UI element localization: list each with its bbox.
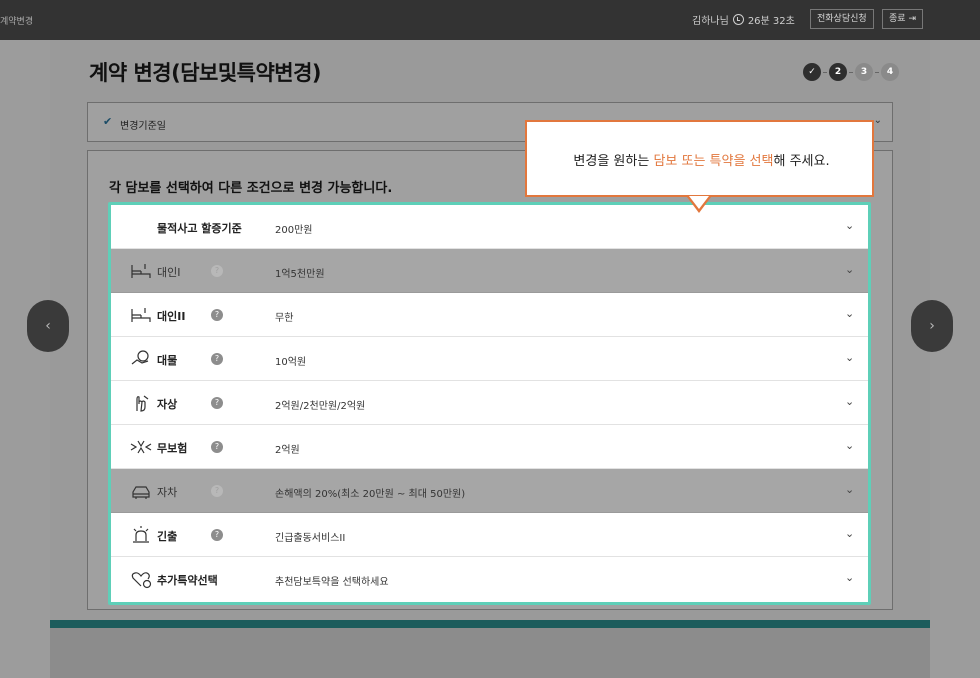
step-3: 3 bbox=[855, 63, 873, 81]
coverage-row[interactable]: 물적사고 할증기준 200만원 ⌄ bbox=[111, 205, 868, 249]
tooltip-text: 변경을 원하는 담보 또는 특약을 선택해 주세요. bbox=[527, 150, 876, 169]
app-title: 계약변경 bbox=[0, 16, 34, 27]
top-bar: 계약변경 김하나님 26분 32초 전화상담신청 종료 ⇥ bbox=[0, 0, 980, 40]
coverage-row[interactable]: 대물 ? 10억원 ⌄ bbox=[111, 337, 868, 381]
tooltip-suffix: 해 주세요. bbox=[773, 154, 830, 169]
coverage-row[interactable]: 무보험 ? 2억원 ⌄ bbox=[111, 425, 868, 469]
chevron-down-icon: ⌄ bbox=[845, 351, 855, 364]
coverage-name: 물적사고 할증기준 bbox=[157, 222, 242, 235]
prev-arrow-button[interactable]: ‹ bbox=[27, 300, 69, 352]
coverage-name: 추가특약선택 bbox=[157, 574, 218, 587]
coverage-row[interactable]: 대인I ? 1억5천만원 ⌄ bbox=[111, 249, 868, 293]
page-title: 계약 변경(담보및특약변경) bbox=[89, 61, 322, 85]
coverage-row[interactable]: 추가특약선택 추천담보특약을 선택하세요 ⌄ bbox=[111, 557, 868, 601]
step-connector bbox=[823, 71, 827, 73]
help-icon[interactable]: ? bbox=[211, 397, 223, 409]
coverage-row[interactable]: 긴출 ? 긴급출동서비스II ⌄ bbox=[111, 513, 868, 557]
help-icon[interactable]: ? bbox=[211, 485, 223, 497]
coverage-name: 대물 bbox=[157, 354, 178, 367]
coin-hand-icon bbox=[131, 350, 149, 365]
bottom-accent-bar bbox=[50, 620, 930, 628]
chevron-down-icon: ⌄ bbox=[845, 483, 855, 496]
step-connector bbox=[849, 71, 853, 73]
coverage-value: 추천담보특약을 선택하세요 bbox=[275, 577, 389, 588]
coverage-value: 2억원/2천만원/2억원 bbox=[275, 401, 366, 412]
bed-icon bbox=[131, 264, 151, 278]
coverage-value: 긴급출동서비스II bbox=[275, 533, 346, 544]
section-title: 각 담보를 선택하여 다른 조건으로 변경 가능합니다. bbox=[109, 181, 393, 196]
coverage-name: 무보험 bbox=[157, 442, 188, 455]
heart-plus-icon bbox=[131, 572, 152, 589]
coverage-row[interactable]: 자상 ? 2억원/2천만원/2억원 ⌄ bbox=[111, 381, 868, 425]
chevron-left-icon: ‹ bbox=[45, 318, 51, 334]
coverage-value: 200만원 bbox=[275, 225, 313, 236]
chevron-down-icon: ⌄ bbox=[845, 439, 855, 452]
coverage-row[interactable]: 대인II ? 무한 ⌄ bbox=[111, 293, 868, 337]
step-1: ✓ bbox=[803, 63, 821, 81]
user-name: 김하나님 bbox=[692, 16, 729, 27]
car-icon bbox=[132, 486, 150, 499]
help-icon[interactable]: ? bbox=[211, 309, 223, 321]
chevron-down-icon: ⌄ bbox=[845, 307, 855, 320]
coverage-name: 자상 bbox=[157, 398, 178, 411]
tooltip-highlight: 담보 또는 특약을 선택 bbox=[653, 154, 774, 169]
step-4: 4 bbox=[881, 63, 899, 81]
coverage-value: 10억원 bbox=[275, 357, 307, 368]
chevron-down-icon: ⌄ bbox=[873, 115, 882, 126]
clock-icon bbox=[732, 14, 744, 25]
coverage-name: 대인I bbox=[157, 266, 181, 279]
chevron-down-icon: ⌄ bbox=[845, 395, 855, 408]
check-icon: ✔ bbox=[103, 115, 113, 128]
crash-icon bbox=[130, 440, 152, 454]
coverage-value: 무한 bbox=[275, 313, 294, 324]
siren-icon bbox=[133, 526, 149, 543]
coverage-value: 1억5천만원 bbox=[275, 269, 325, 280]
coverage-row[interactable]: 자차 ? 손해액의 20%(최소 20만원 ~ 최대 50만원) ⌄ bbox=[111, 469, 868, 513]
tooltip-prefix: 변경을 원하는 bbox=[573, 154, 654, 169]
step-2: 2 bbox=[829, 63, 847, 81]
help-icon[interactable]: ? bbox=[211, 441, 223, 453]
session-info: 김하나님 26분 32초 bbox=[692, 12, 795, 27]
phone-consult-button[interactable]: 전화상담신청 bbox=[810, 9, 874, 29]
exit-label: 종료 bbox=[889, 14, 906, 24]
logout-icon: ⇥ bbox=[908, 14, 916, 24]
help-icon[interactable]: ? bbox=[211, 265, 223, 277]
chevron-right-icon: › bbox=[929, 318, 935, 334]
coverage-name: 자차 bbox=[157, 486, 178, 499]
base-date-label: 변경기준일 bbox=[120, 121, 166, 132]
chevron-down-icon: ⌄ bbox=[845, 219, 855, 232]
tooltip-tail-inner bbox=[689, 196, 709, 209]
help-icon[interactable]: ? bbox=[211, 353, 223, 365]
chevron-down-icon: ⌄ bbox=[845, 527, 855, 540]
coverage-name: 대인II bbox=[157, 310, 186, 323]
coverage-value: 2억원 bbox=[275, 445, 300, 456]
chevron-down-icon: ⌄ bbox=[845, 571, 855, 584]
chevron-down-icon: ⌄ bbox=[845, 263, 855, 276]
guide-tooltip: 변경을 원하는 담보 또는 특약을 선택해 주세요. bbox=[525, 120, 876, 213]
bed-icon bbox=[131, 308, 151, 322]
help-icon[interactable]: ? bbox=[211, 529, 223, 541]
coverage-value: 손해액의 20%(최소 20만원 ~ 최대 50만원) bbox=[275, 489, 466, 500]
step-indicator: ✓ 2 3 4 bbox=[803, 63, 899, 81]
session-timer: 26분 32초 bbox=[747, 16, 795, 27]
exit-button[interactable]: 종료 ⇥ bbox=[882, 9, 923, 29]
coverage-list: 물적사고 할증기준 200만원 ⌄ 대인I ? 1억5천만원 ⌄ 대인II ? … bbox=[108, 202, 871, 605]
next-arrow-button[interactable]: › bbox=[911, 300, 953, 352]
footer-area bbox=[50, 628, 930, 678]
step-connector bbox=[875, 71, 879, 73]
injury-hand-icon bbox=[136, 395, 149, 412]
coverage-name: 긴출 bbox=[157, 530, 178, 543]
